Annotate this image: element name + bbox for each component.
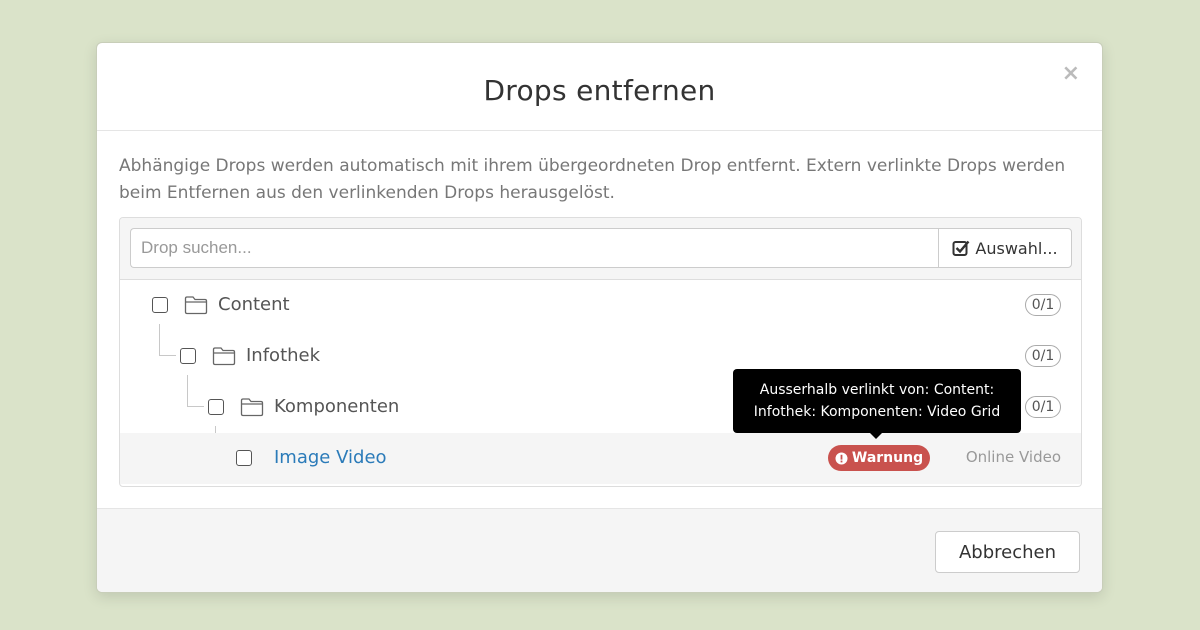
- tree-item-link[interactable]: Image Video: [274, 447, 387, 468]
- cancel-button[interactable]: Abbrechen: [935, 531, 1080, 573]
- modal-header: Drops entfernen ×: [97, 43, 1102, 131]
- tooltip-arrow: [869, 432, 883, 439]
- modal-footer: Abbrechen: [97, 508, 1102, 592]
- warning-tooltip: Ausserhalb verlinkt von: Content: Infoth…: [733, 369, 1021, 439]
- folder-icon: [212, 347, 236, 366]
- remove-drops-dialog: Drops entfernen × Abhängige Drops werden…: [96, 42, 1103, 593]
- modal-description: Abhängige Drops werden automatisch mit i…: [119, 156, 1066, 203]
- drop-type-label: Online Video: [965, 448, 1061, 466]
- drop-tree-panel: Auswahl... Content 0/1 Infothek 0/1: [119, 217, 1082, 487]
- count-badge: 0/1: [1025, 294, 1061, 316]
- tooltip-line: Infothek: Komponenten: Video Grid: [753, 404, 1001, 420]
- search-bar: Auswahl...: [120, 218, 1081, 280]
- tree-item-label: Content: [218, 294, 290, 315]
- exclamation-circle-icon: [835, 452, 848, 464]
- tree-item-label: Komponenten: [274, 396, 400, 417]
- checkbox-icon[interactable]: [208, 399, 224, 415]
- tree-item-content[interactable]: Content 0/1: [120, 280, 1081, 331]
- count-badge: 0/1: [1025, 345, 1061, 367]
- tree-item-label: Infothek: [246, 345, 321, 366]
- count-badge: 0/1: [1025, 396, 1061, 418]
- folder-icon: [240, 398, 264, 417]
- folder-icon: [184, 296, 208, 315]
- close-icon[interactable]: ×: [1062, 63, 1080, 85]
- search-input[interactable]: [130, 228, 938, 268]
- warning-badge[interactable]: Warnung: [828, 445, 930, 471]
- selection-button[interactable]: Auswahl...: [938, 228, 1072, 268]
- checkbox-icon[interactable]: [180, 348, 196, 364]
- tooltip-line: Ausserhalb verlinkt von: Content:: [759, 382, 995, 398]
- modal-title: Drops entfernen: [483, 74, 716, 107]
- check-square-icon: [952, 240, 970, 256]
- checkbox-icon[interactable]: [152, 297, 168, 313]
- tree-item-image-video[interactable]: Image Video Warnung Online Video: [120, 433, 1081, 484]
- checkbox-icon[interactable]: [236, 450, 252, 466]
- selection-button-label: Auswahl...: [975, 238, 1058, 258]
- warning-badge-label: Warnung: [851, 450, 924, 466]
